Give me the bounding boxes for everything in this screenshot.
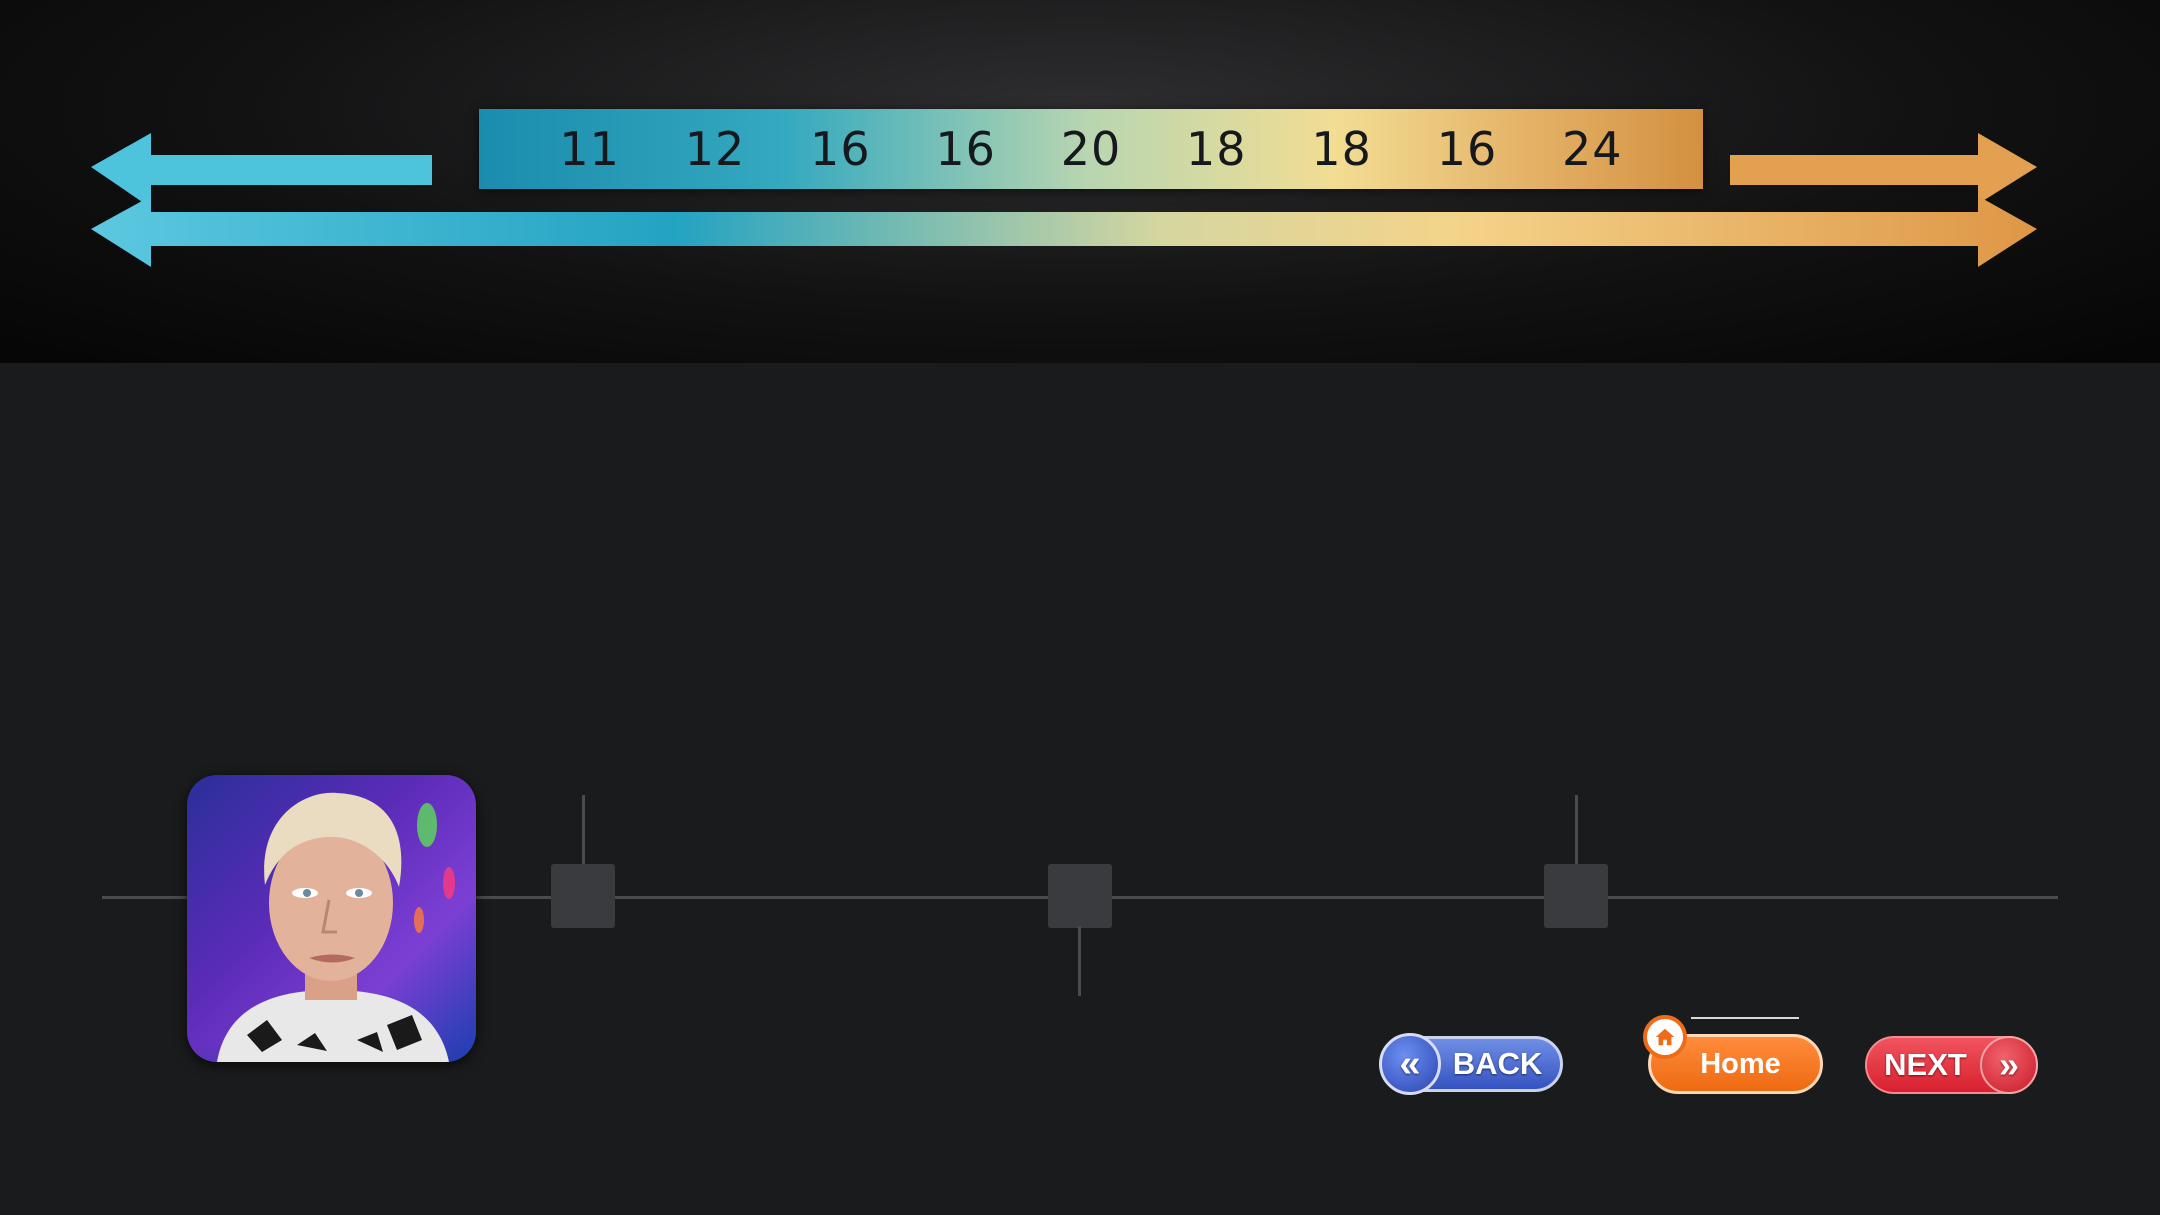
timeline-stem-up bbox=[582, 795, 585, 865]
timeline-banner: 11 12 16 16 20 18 18 16 24 bbox=[0, 0, 2160, 363]
number-label: 24 bbox=[1562, 122, 1623, 176]
left-arrow-short bbox=[91, 133, 432, 208]
timeline-stem-down bbox=[1078, 926, 1081, 996]
slide: 11 12 16 16 20 18 18 16 24 « BACK Home N… bbox=[0, 0, 2160, 1215]
number-label: 12 bbox=[684, 122, 746, 176]
next-button[interactable]: NEXT » bbox=[1865, 1036, 2038, 1094]
avatar-portrait-icon bbox=[187, 775, 476, 1062]
timeline-node[interactable] bbox=[551, 864, 615, 928]
number-label: 16 bbox=[810, 122, 871, 176]
chevron-double-left-icon: « bbox=[1379, 1033, 1441, 1095]
chevron-double-right-icon: » bbox=[1980, 1036, 2038, 1094]
divider bbox=[1691, 1017, 1799, 1019]
number-label: 11 bbox=[559, 122, 620, 176]
next-button-label: NEXT bbox=[1884, 1047, 1967, 1082]
long-double-arrow bbox=[91, 196, 2037, 267]
number-label: 18 bbox=[1186, 122, 1247, 176]
number-label: 18 bbox=[1311, 122, 1372, 176]
back-button-label: BACK bbox=[1452, 1046, 1543, 1081]
number-label: 16 bbox=[1436, 122, 1498, 176]
right-arrow-short bbox=[1730, 133, 2037, 204]
home-button-label: Home bbox=[1700, 1047, 1781, 1080]
timeline-stem-up bbox=[1575, 795, 1578, 865]
avatar bbox=[187, 775, 476, 1062]
home-icon bbox=[1643, 1015, 1687, 1059]
home-button[interactable]: Home bbox=[1643, 1015, 1823, 1094]
number-label: 16 bbox=[935, 122, 996, 176]
back-button[interactable]: « BACK bbox=[1379, 1033, 1563, 1095]
number-label: 20 bbox=[1060, 122, 1122, 176]
timeline-node[interactable] bbox=[1048, 864, 1112, 928]
number-strip: 11 12 16 16 20 18 18 16 24 bbox=[479, 109, 1703, 189]
timeline-node[interactable] bbox=[1544, 864, 1608, 928]
